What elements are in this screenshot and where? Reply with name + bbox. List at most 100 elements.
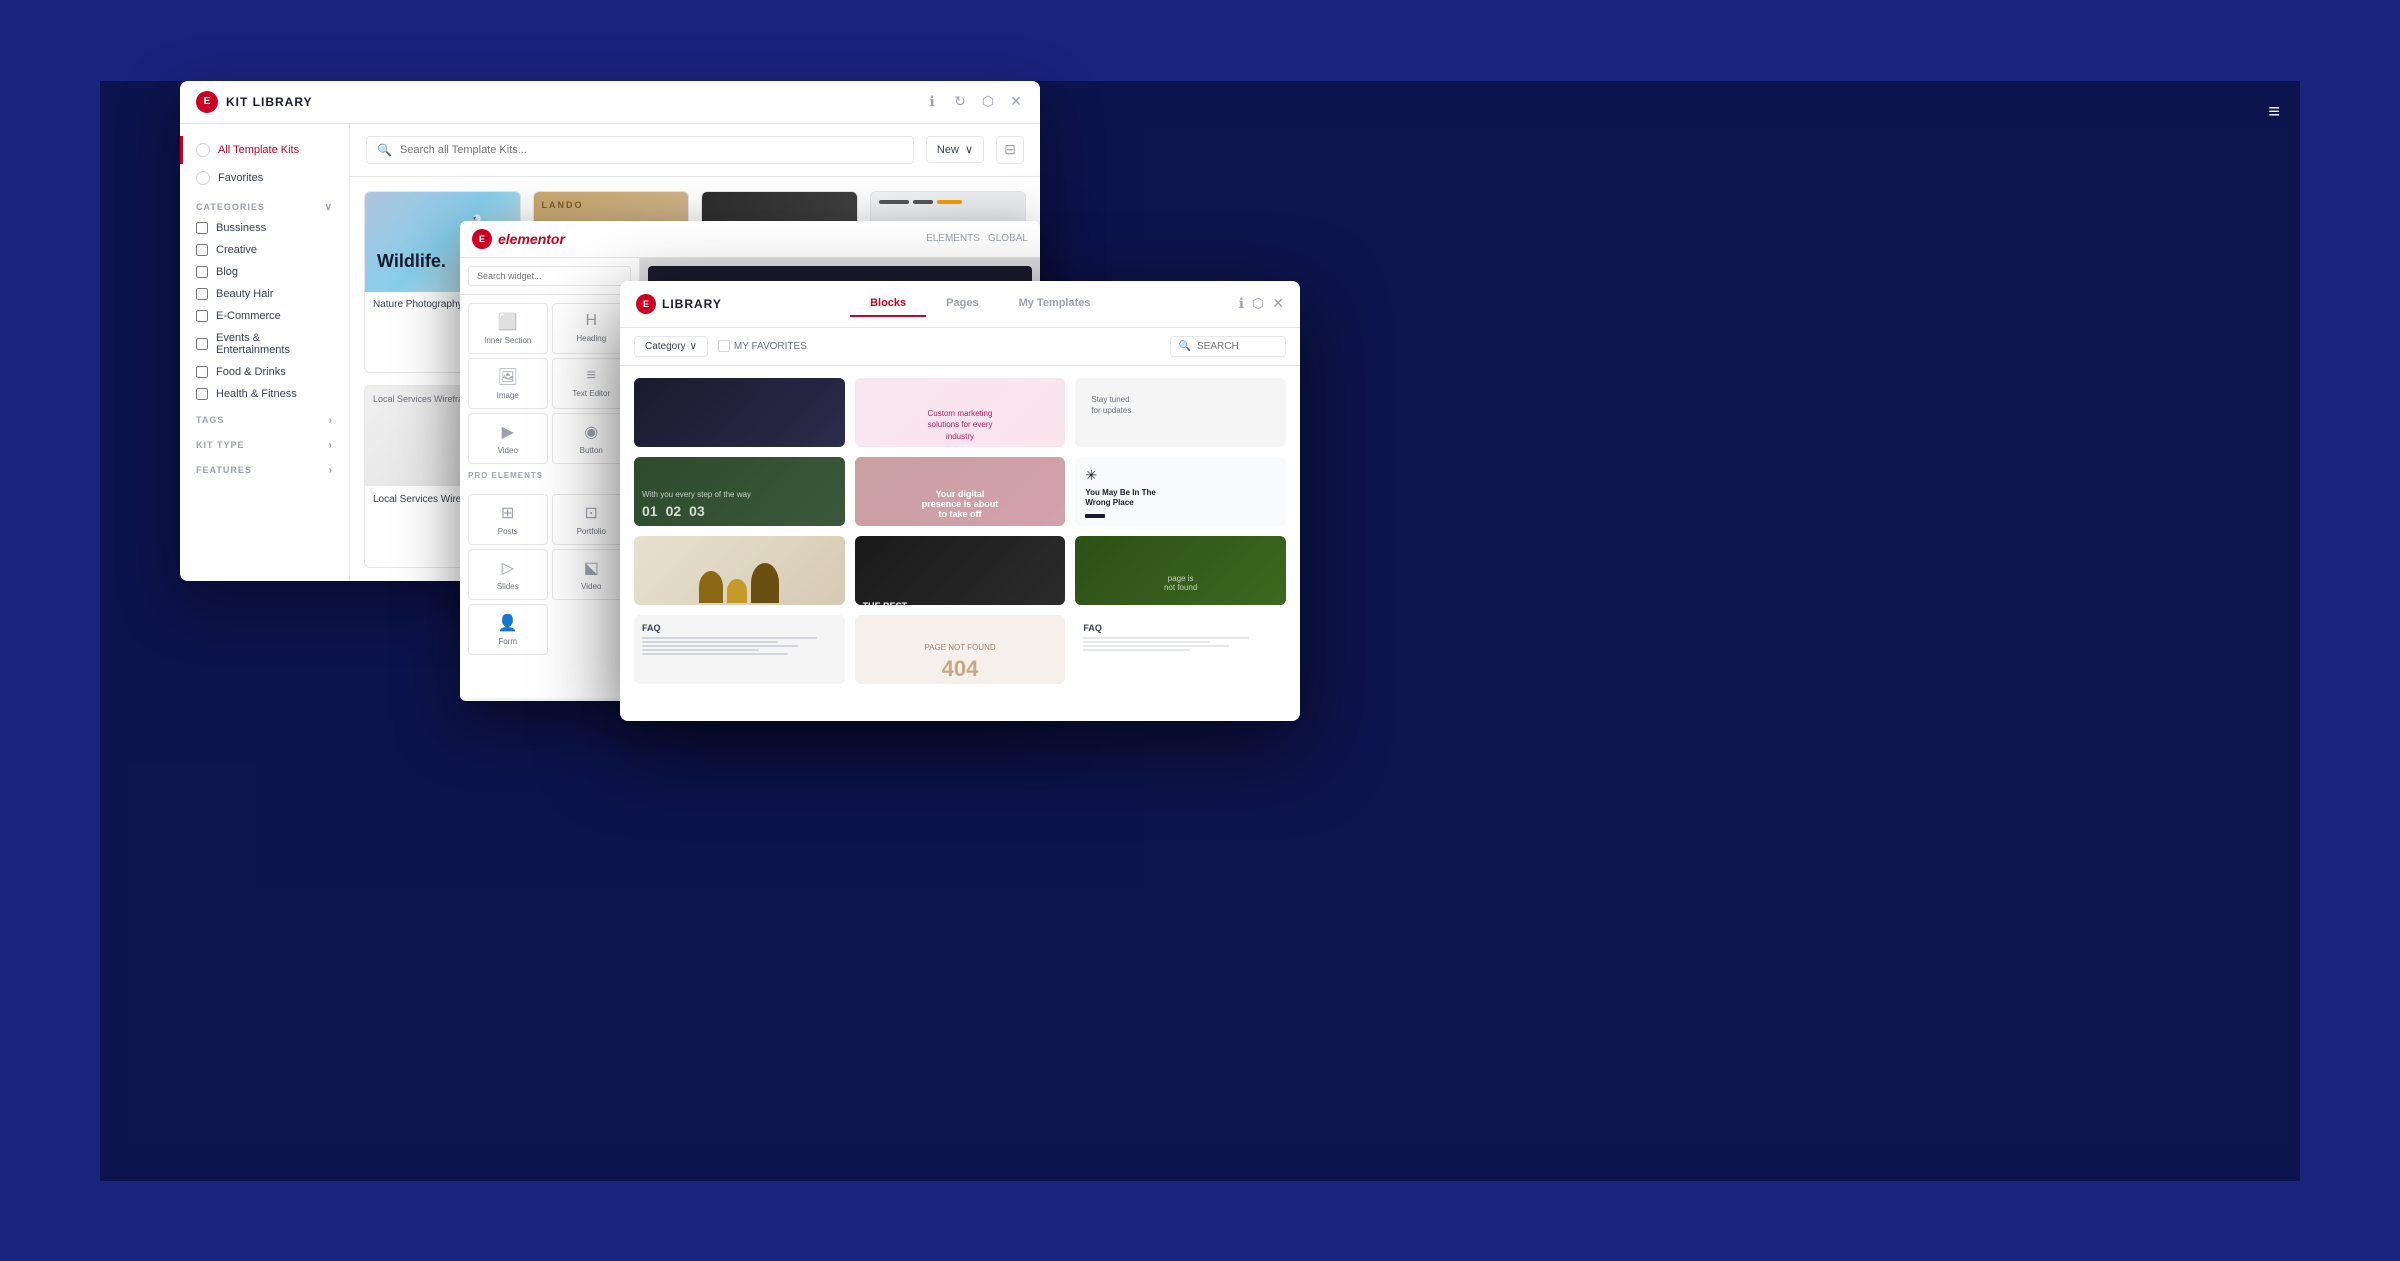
editor-search-input[interactable] bbox=[468, 266, 631, 286]
lib-search-input[interactable] bbox=[1197, 341, 1277, 352]
element-posts[interactable]: ⊞ Posts bbox=[468, 494, 548, 545]
lib-card-404-white[interactable]: PAGE NOT FOUND 404 bbox=[855, 615, 1066, 684]
lib-card-stay-tuned2[interactable]: Stay tunedfor updates bbox=[1075, 378, 1286, 447]
category-blog[interactable]: Blog bbox=[180, 261, 349, 283]
library-tab-blocks[interactable]: Blocks bbox=[850, 291, 926, 317]
category-health-fitness[interactable]: Health & Fitness bbox=[180, 383, 349, 405]
plant-2 bbox=[727, 579, 747, 603]
category-bussiness-check[interactable] bbox=[196, 222, 208, 234]
digital-text: Your digitalpresence is aboutto take off bbox=[922, 489, 999, 519]
element-slides[interactable]: ▷ Slides bbox=[468, 549, 548, 600]
lib-favorites-toggle[interactable]: MY FAVORITES bbox=[718, 340, 807, 352]
refresh-icon[interactable]: ↻ bbox=[952, 94, 968, 110]
element-label: Button bbox=[580, 446, 603, 455]
plant-shapes bbox=[699, 563, 779, 603]
filter-icon[interactable]: ⊟ bbox=[996, 136, 1024, 164]
lib-card-plants[interactable] bbox=[634, 536, 845, 605]
lib-card-faq-light[interactable]: FAQ bbox=[1075, 615, 1286, 684]
lib-card-steps[interactable]: With you every step of the way 01 02 03 bbox=[634, 457, 845, 526]
category-health-check[interactable] bbox=[196, 388, 208, 400]
lib-card-digital[interactable]: Your digitalpresence is aboutto take off bbox=[855, 457, 1066, 526]
element-label: Video bbox=[498, 446, 518, 455]
category-chevron: ∨ bbox=[690, 341, 697, 352]
element-label: Inner Section bbox=[484, 336, 531, 345]
plant-1 bbox=[699, 571, 723, 603]
lib-category-select[interactable]: Category ∨ bbox=[634, 336, 708, 357]
element-label: Video bbox=[581, 582, 601, 591]
custom-mkt-text: Custom marketingsolutions for everyindus… bbox=[928, 408, 993, 442]
page-not-found-label: PAGE NOT FOUND bbox=[924, 643, 995, 652]
kit-search-input[interactable] bbox=[400, 144, 903, 156]
lib-card-stay-tuned[interactable]: STAY TUNED ✦ Insert bbox=[634, 378, 845, 447]
category-beauty-hair-check[interactable] bbox=[196, 288, 208, 300]
category-beauty-hair[interactable]: Beauty Hair bbox=[180, 283, 349, 305]
kit-sort-select[interactable]: New ∨ bbox=[926, 136, 984, 163]
lib-card-green-404-thumb: page isnot found bbox=[1075, 536, 1286, 605]
category-bussiness[interactable]: Bussiness bbox=[180, 217, 349, 239]
active-indicator bbox=[196, 143, 210, 157]
category-ecommerce-check[interactable] bbox=[196, 310, 208, 322]
lib-logo-circle: E bbox=[636, 294, 656, 314]
lib-maximize-icon[interactable]: ⬡ bbox=[1252, 295, 1264, 312]
category-creative-check[interactable] bbox=[196, 244, 208, 256]
category-events[interactable]: Events & Entertainments bbox=[180, 327, 349, 361]
element-form[interactable]: 👤 Form bbox=[468, 604, 548, 655]
kit-library-titlebar: E KIT LIBRARY ℹ ↻ ⬡ ✕ bbox=[180, 81, 1040, 124]
element-label: Form bbox=[498, 637, 517, 646]
inner-section-icon: ⬜ bbox=[498, 312, 518, 332]
category-creative[interactable]: Creative bbox=[180, 239, 349, 261]
step-1: 01 bbox=[642, 503, 658, 519]
wrong-place-text: You May Be In TheWrong Place bbox=[1085, 488, 1156, 509]
lib-card-faq-dark-thumb: FAQ bbox=[634, 615, 845, 684]
lib-card-faq-dark[interactable]: FAQ bbox=[634, 615, 845, 684]
lib-info-icon[interactable]: ℹ bbox=[1239, 295, 1244, 312]
global-tab: GLOBAL bbox=[988, 233, 1028, 244]
element-label: Heading bbox=[576, 334, 606, 343]
external-link-icon[interactable]: ⬡ bbox=[980, 94, 996, 110]
category-events-check[interactable] bbox=[196, 338, 208, 350]
favorites-check bbox=[718, 340, 730, 352]
faq-title: FAQ bbox=[642, 623, 837, 633]
asterisk-icon: ✳ bbox=[1085, 467, 1097, 484]
library-tab-pages[interactable]: Pages bbox=[926, 291, 998, 317]
portfolio-icon: ⊡ bbox=[585, 503, 598, 523]
lib-card-sport-thumb: THE BESTYOU CAN BE bbox=[855, 536, 1066, 605]
element-image[interactable]: 🖼 Image bbox=[468, 358, 548, 409]
close-icon[interactable]: ✕ bbox=[1008, 94, 1024, 110]
titlebar-controls: ℹ ↻ ⬡ ✕ bbox=[924, 94, 1024, 110]
kit-library-title: KIT LIBRARY bbox=[226, 95, 313, 109]
category-ecommerce[interactable]: E-Commerce bbox=[180, 305, 349, 327]
editor-elements-grid: ⬜ Inner Section H Heading 🖼 Image ≡ Text… bbox=[460, 295, 639, 465]
elements-tab: ELEMENTS bbox=[926, 233, 980, 244]
kit-search-bar: 🔍 New ∨ ⊟ bbox=[350, 124, 1040, 177]
category-food-drinks[interactable]: Food & Drinks bbox=[180, 361, 349, 383]
element-video[interactable]: ▶ Video bbox=[468, 413, 548, 464]
elementor-wordmark: elementor bbox=[498, 231, 565, 247]
category-food-check[interactable] bbox=[196, 366, 208, 378]
faq-line-4 bbox=[642, 649, 759, 651]
lib-close-icon[interactable]: ✕ bbox=[1272, 295, 1284, 312]
lib-search[interactable]: 🔍 bbox=[1170, 336, 1286, 357]
sidebar-item-favorites[interactable]: Favorites bbox=[180, 164, 349, 192]
kit-search-wrap[interactable]: 🔍 bbox=[366, 136, 914, 164]
hamburger-menu-icon[interactable]: ≡ bbox=[2268, 101, 2280, 124]
library-tab-my-templates[interactable]: My Templates bbox=[999, 291, 1111, 317]
lib-search-icon: 🔍 bbox=[1179, 341, 1191, 352]
features-section: FEATURES › bbox=[180, 455, 349, 480]
info-icon[interactable]: ℹ bbox=[924, 94, 940, 110]
lib-card-wrong-place[interactable]: ✳ You May Be In TheWrong Place bbox=[1075, 457, 1286, 526]
tags-chevron: › bbox=[329, 415, 333, 426]
category-blog-check[interactable] bbox=[196, 266, 208, 278]
element-inner-section[interactable]: ⬜ Inner Section bbox=[468, 303, 548, 354]
lib-card-green-404[interactable]: page isnot found bbox=[1075, 536, 1286, 605]
features-chevron: › bbox=[329, 465, 333, 476]
sort-chevron: ∨ bbox=[965, 143, 973, 156]
lib-card-marketing-thumb: Custom marketingsolutions for everyindus… bbox=[855, 378, 1066, 447]
lib-card-sport[interactable]: THE BESTYOU CAN BE bbox=[855, 536, 1066, 605]
lib-card-faq-light-thumb: FAQ bbox=[1075, 615, 1286, 684]
faq-line-1 bbox=[642, 637, 817, 639]
faq-light-title: FAQ bbox=[1083, 623, 1278, 633]
sidebar-item-all-templates[interactable]: All Template Kits bbox=[180, 136, 349, 164]
lib-card-plants-thumb bbox=[634, 536, 845, 605]
lib-card-custom-marketing[interactable]: Custom marketingsolutions for everyindus… bbox=[855, 378, 1066, 447]
